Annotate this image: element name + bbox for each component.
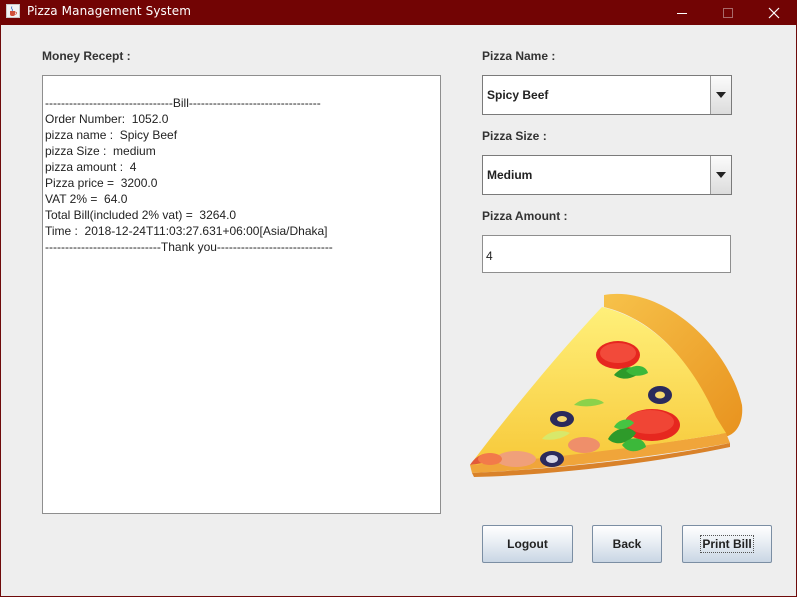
logout-button[interactable]: Logout (482, 525, 573, 563)
print-bill-button[interactable]: Print Bill (682, 525, 772, 563)
java-cup-icon (6, 4, 20, 18)
chevron-down-icon (716, 92, 726, 98)
minimize-icon (677, 12, 687, 14)
pizza-name-value: Spicy Beef (487, 88, 549, 102)
close-icon (768, 7, 780, 18)
maximize-icon (723, 7, 733, 18)
close-button[interactable] (751, 0, 797, 25)
receipt-line: pizza name : Spicy Beef (45, 128, 178, 142)
minimize-button[interactable] (659, 0, 705, 25)
pizza-amount-input[interactable]: 4 (482, 235, 731, 273)
pizza-size-dropdown-button[interactable] (710, 156, 731, 194)
pizza-amount-label: Pizza Amount : (482, 209, 568, 223)
receipt-line: Order Number: 1052.0 (45, 112, 169, 126)
pizza-size-label: Pizza Size : (482, 129, 547, 143)
receipt-label: Money Recept : (42, 49, 131, 63)
main-panel: Money Recept : -------------------------… (1, 25, 796, 596)
pizza-name-dropdown-button[interactable] (710, 76, 731, 114)
receipt-line: VAT 2% = 64.0 (45, 192, 128, 206)
maximize-button[interactable] (705, 0, 751, 25)
receipt-line: Time : 2018-12-24T11:03:27.631+06:00[Asi… (45, 224, 328, 238)
chevron-down-icon (716, 172, 726, 178)
pizza-name-combobox[interactable]: Spicy Beef (482, 75, 732, 115)
back-button-label: Back (612, 537, 642, 551)
receipt-textarea[interactable]: --------------------------------Bill----… (42, 75, 441, 514)
pizza-size-combobox[interactable]: Medium (482, 155, 732, 195)
receipt-line: -----------------------------Thank you--… (45, 240, 333, 254)
window-titlebar[interactable]: Pizza Management System (0, 0, 797, 25)
print-bill-button-label: Print Bill (700, 535, 754, 553)
receipt-line: Pizza price = 3200.0 (45, 176, 158, 190)
back-button[interactable]: Back (592, 525, 662, 563)
pizza-slice-image (470, 293, 743, 477)
receipt-line: pizza Size : medium (45, 144, 156, 158)
window-title: Pizza Management System (27, 4, 191, 18)
pizza-size-value: Medium (487, 168, 533, 182)
pizza-name-label: Pizza Name : (482, 49, 556, 63)
receipt-line: pizza amount : 4 (45, 160, 137, 174)
logout-button-label: Logout (507, 537, 548, 551)
receipt-line: --------------------------------Bill----… (45, 96, 321, 110)
receipt-line: Total Bill(included 2% vat) = 3264.0 (45, 208, 237, 222)
